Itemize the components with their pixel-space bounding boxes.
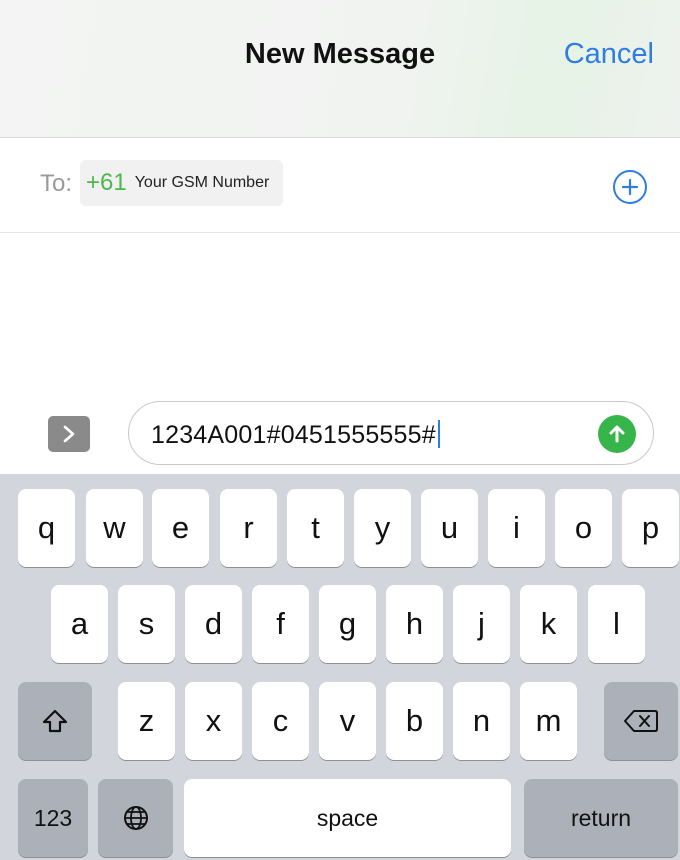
recipient-name: Your GSM Number [134, 174, 270, 191]
backspace-icon [624, 710, 658, 732]
plus-icon [621, 178, 639, 196]
apps-button[interactable] [48, 416, 90, 452]
cancel-button[interactable]: Cancel [564, 38, 654, 71]
key-m[interactable]: m [520, 682, 577, 760]
key-y[interactable]: y [354, 489, 411, 567]
key-q[interactable]: q [18, 489, 75, 567]
text-caret [437, 420, 440, 448]
key-a[interactable]: a [51, 585, 108, 663]
globe-key[interactable] [98, 779, 173, 857]
key-w[interactable]: w [86, 489, 143, 567]
key-r[interactable]: r [220, 489, 277, 567]
space-key[interactable]: space [184, 779, 511, 857]
to-label: To: [40, 170, 73, 197]
key-n[interactable]: n [453, 682, 510, 760]
key-p[interactable]: p [622, 489, 679, 567]
key-d[interactable]: d [185, 585, 242, 663]
navigation-bar: New Message Cancel [0, 0, 680, 138]
key-z[interactable]: z [118, 682, 175, 760]
key-k[interactable]: k [520, 585, 577, 663]
shift-key[interactable] [18, 682, 92, 760]
globe-icon [123, 806, 148, 830]
key-v[interactable]: v [319, 682, 376, 760]
send-button[interactable] [598, 415, 636, 453]
numbers-key[interactable]: 123 [18, 779, 88, 857]
key-e[interactable]: e [152, 489, 209, 567]
key-s[interactable]: s [118, 585, 175, 663]
delete-key[interactable] [604, 682, 678, 760]
message-input[interactable]: 1234A001#0451555555# [128, 401, 654, 465]
key-j[interactable]: j [453, 585, 510, 663]
key-f[interactable]: f [252, 585, 309, 663]
keyboard: q w e r t y u i o p a s d f g h j k l z … [0, 474, 680, 860]
key-x[interactable]: x [185, 682, 242, 760]
key-o[interactable]: o [555, 489, 612, 567]
recipient-chip[interactable]: +61 Your GSM Number [80, 160, 284, 206]
key-b[interactable]: b [386, 682, 443, 760]
shift-icon [42, 709, 68, 733]
recipient-country-code: +61 [86, 169, 127, 196]
key-h[interactable]: h [386, 585, 443, 663]
key-c[interactable]: c [252, 682, 309, 760]
key-g[interactable]: g [319, 585, 376, 663]
chevron-right-icon [63, 425, 75, 443]
add-contact-button[interactable] [613, 170, 647, 204]
key-u[interactable]: u [421, 489, 478, 567]
key-i[interactable]: i [488, 489, 545, 567]
key-l[interactable]: l [588, 585, 645, 663]
key-t[interactable]: t [287, 489, 344, 567]
message-text: 1234A001#0451555555# [151, 420, 440, 450]
recipient-row: To: +61 Your GSM Number [0, 138, 680, 233]
return-key[interactable]: return [524, 779, 678, 857]
arrow-up-icon [609, 425, 625, 443]
